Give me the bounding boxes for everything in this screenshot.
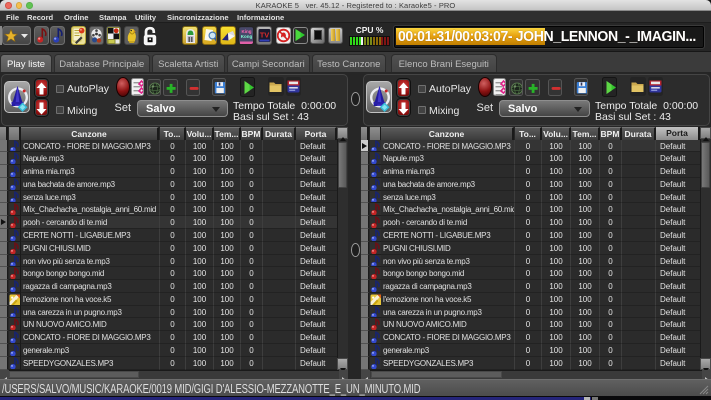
svg-text:TV: TV: [260, 31, 270, 40]
svg-text:Kong: Kong: [241, 34, 253, 39]
